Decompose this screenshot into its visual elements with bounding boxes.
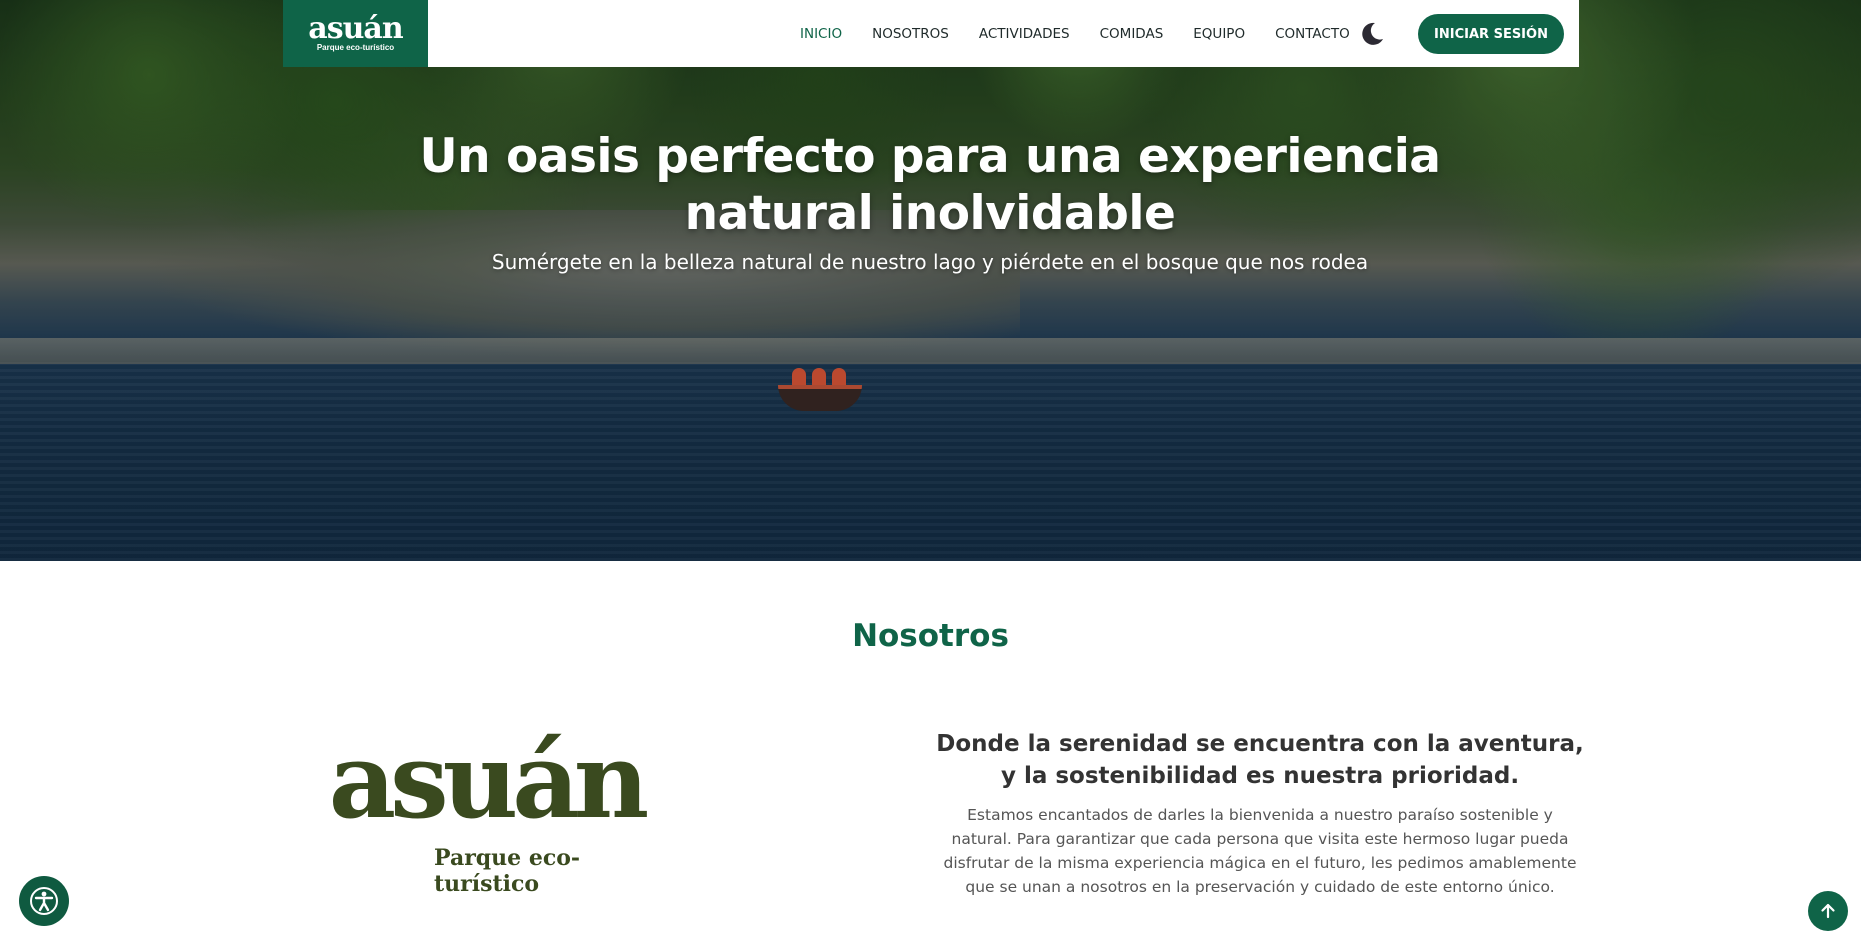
nav-item-actividades[interactable]: ACTIVIDADES <box>979 26 1070 42</box>
nav-item-comidas[interactable]: COMIDAS <box>1100 26 1164 42</box>
accessibility-icon[interactable] <box>19 876 69 926</box>
hero-section: Un oasis perfecto para una experiencia n… <box>0 0 1861 561</box>
arrow-up-icon[interactable] <box>1808 891 1848 931</box>
hero-subtitle: Sumérgete en la belleza natural de nuest… <box>491 250 1369 274</box>
nav-item-inicio[interactable]: INICIO <box>800 26 842 42</box>
about-logo-brand-name: asuán <box>328 719 650 842</box>
nav-menu: INICIO NOSOTROS ACTIVIDADES COMIDAS EQUI… <box>800 0 1380 67</box>
login-button[interactable]: INICIAR SESIÓN <box>1418 14 1564 54</box>
about-logo-tagline: Parque eco-turístico <box>434 845 581 897</box>
navbar: asuán Parque eco-turístico INICIO NOSOTR… <box>283 0 1579 67</box>
moon-icon[interactable] <box>1358 20 1386 48</box>
section-title-nosotros: Nosotros <box>852 618 1009 654</box>
about-body: Estamos encantados de darles la bienveni… <box>943 806 1577 896</box>
hero-title: Un oasis perfecto para una experiencia n… <box>419 129 1441 241</box>
nav-logo[interactable]: asuán Parque eco-turístico <box>283 0 428 67</box>
nav-item-equipo[interactable]: EQUIPO <box>1193 26 1245 42</box>
nav-item-contacto[interactable]: CONTACTO <box>1275 26 1350 42</box>
logo-brand-name: asuán <box>308 10 403 46</box>
about-heading: Donde la serenidad se encuentra con la a… <box>936 731 1584 789</box>
logo-tagline: Parque eco-turístico <box>316 42 395 52</box>
about-logo: asuán Parque eco-turístico <box>296 721 676 898</box>
nav-item-nosotros[interactable]: NOSOTROS <box>872 26 949 42</box>
